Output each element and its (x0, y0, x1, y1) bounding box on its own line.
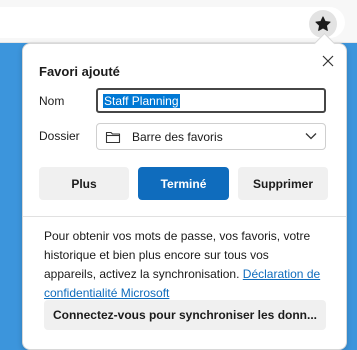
name-field-value: Staff Planning (103, 94, 180, 108)
folder-dropdown[interactable]: Barre des favoris (96, 123, 326, 150)
close-button[interactable] (317, 50, 339, 72)
browser-toolbar (0, 0, 357, 43)
address-bar[interactable] (0, 7, 345, 38)
favorite-added-dialog: Favori ajouté Nom Staff Planning Dossier… (22, 32, 347, 350)
sync-message-block: Pour obtenir vos mots de passe, vos favo… (44, 227, 324, 303)
sign-in-sync-button[interactable]: Connectez-vous pour synchroniser les don… (44, 300, 326, 330)
delete-button[interactable]: Supprimer (238, 167, 328, 200)
name-field[interactable]: Staff Planning (96, 88, 326, 113)
star-filled-icon (315, 16, 331, 31)
more-button[interactable]: Plus (39, 167, 129, 200)
divider (23, 216, 346, 217)
dialog-title: Favori ajouté (39, 64, 120, 79)
folder-label: Dossier (39, 129, 80, 143)
folder-icon (105, 131, 121, 144)
done-button[interactable]: Terminé (138, 167, 229, 200)
folder-selected-value: Barre des favoris (132, 130, 223, 144)
chevron-down-icon (305, 133, 317, 140)
close-icon (322, 55, 334, 67)
name-label: Nom (39, 94, 65, 108)
